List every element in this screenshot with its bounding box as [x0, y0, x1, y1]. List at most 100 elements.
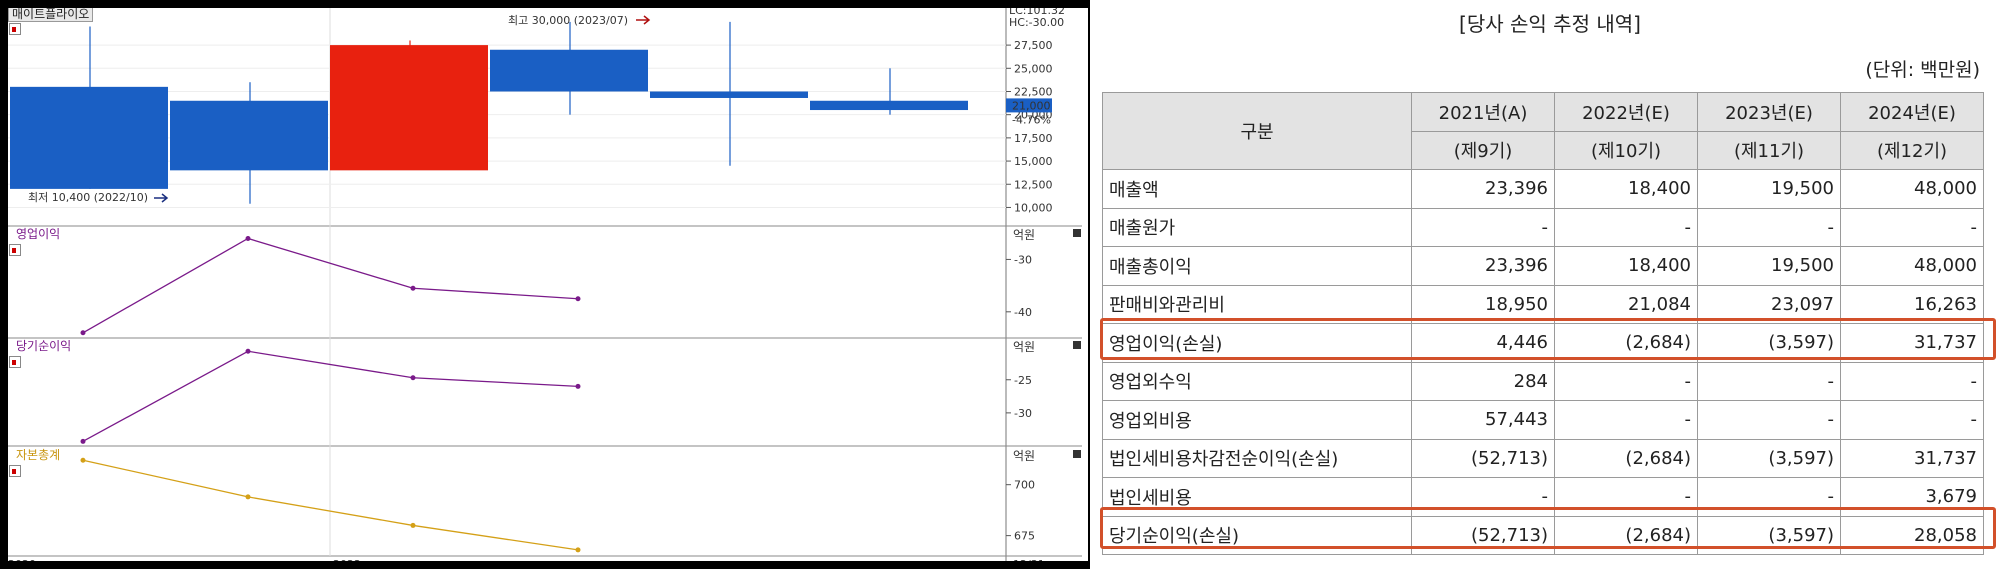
row-value: -	[1840, 207, 1984, 247]
y-tick-label: 25,000	[1014, 62, 1053, 75]
row-value: 19,500	[1697, 246, 1841, 286]
row-value: -	[1554, 207, 1698, 247]
row-value: -	[1697, 400, 1841, 440]
data-point	[80, 330, 86, 336]
candle-body	[10, 86, 168, 189]
row-value: 19,500	[1697, 169, 1841, 209]
income-estimate-panel: [당사 손익 추정 내역] (단위: 백만원) 구분 2021년(A) 2022…	[1090, 0, 2010, 569]
row-value: 23,396	[1411, 169, 1555, 209]
high-price-label: 최고 30,000 (2023/07)	[508, 14, 628, 27]
data-point	[410, 522, 416, 528]
row-label: 법인세비용차감전순이익(손실)	[1102, 438, 1412, 478]
y-tick-label: 22,500	[1014, 85, 1053, 98]
unit-equity: 억원	[1013, 449, 1036, 463]
table-row: 매출원가 - - - -	[1102, 207, 1984, 247]
row-value: (3,597)	[1697, 438, 1841, 478]
header-year-1: 2022년(E)	[1554, 92, 1698, 132]
header-period-0: (제9기)	[1411, 130, 1555, 170]
row-value: (52,713)	[1411, 438, 1555, 478]
row-value: 18,400	[1554, 246, 1698, 286]
table-row: 매출액 23,396 18,400 19,500 48,000	[1102, 169, 1984, 209]
pane-collapse-icon-2[interactable]	[1073, 341, 1081, 349]
row-value: -	[1554, 400, 1698, 440]
left-border	[0, 0, 8, 569]
row-label: 매출액	[1102, 169, 1412, 209]
screenshot-frame: 27,500 25,000 22,500 20,000 17,500 15,000 12,5…	[0, 0, 2010, 569]
y-tick-label: -40	[1014, 306, 1032, 319]
candle-body	[810, 100, 968, 111]
table-row: 영업외비용 57,443- - -	[1102, 400, 1984, 440]
pane-collapse-icon-3[interactable]	[1073, 450, 1081, 458]
header-period-3: (제12기)	[1840, 130, 1984, 170]
header-year-3: 2024년(E)	[1840, 92, 1984, 132]
y-tick-label: 675	[1014, 530, 1035, 543]
y-tick-label: -30	[1014, 253, 1032, 266]
x-tick-label: 12/31	[1013, 558, 1045, 561]
y-tick-label: 27,500	[1014, 39, 1053, 52]
row-value: 23,396	[1411, 246, 1555, 286]
chart-svg: 27,50025,00022,50020,00017,50015,00012,5…	[8, 8, 1082, 561]
low-arrow-icon	[154, 193, 169, 203]
y-tick-label: 15,000	[1014, 155, 1053, 168]
x-tick-label: 2020	[8, 558, 36, 561]
pane-label-equity: 자본총계	[16, 448, 61, 462]
header-year-2: 2023년(E)	[1697, 92, 1841, 132]
table-header-row: 구분 2021년(A) 2022년(E) 2023년(E) 2024년(E)	[1102, 92, 1984, 170]
unit-net-income: 억원	[1013, 340, 1036, 354]
candle-body	[170, 100, 328, 171]
x-tick-label: 2022	[333, 558, 361, 561]
stock-chart-panel: 27,500 25,000 22,500 20,000 17,500 15,000 12,5…	[8, 8, 1088, 561]
y-tick-label: 12,500	[1014, 178, 1053, 191]
row-value: 284	[1411, 361, 1555, 401]
pane-label-operating-income: 영업이익	[16, 227, 61, 241]
row-label: 매출총이익	[1102, 246, 1412, 286]
price-badge: 21,000	[1012, 99, 1051, 112]
bottom-border	[0, 561, 1090, 569]
row-value: (2,684)	[1554, 438, 1698, 478]
header-category: 구분	[1102, 92, 1412, 170]
table-title: [당사 손익 추정 내역]	[1459, 12, 1641, 36]
pane-icon-equity[interactable]	[9, 465, 21, 477]
pane-collapse-icon-1[interactable]	[1073, 229, 1081, 237]
row-value: -	[1697, 361, 1841, 401]
header-period-2: (제11기)	[1697, 130, 1841, 170]
highlight-net-income-row	[1100, 507, 1996, 549]
pane-icon-operating-income[interactable]	[9, 244, 21, 256]
data-point	[410, 375, 416, 381]
row-value: -	[1840, 400, 1984, 440]
table-row: 매출총이익 23,396 18,400 19,500 48,000	[1102, 246, 1984, 286]
table-row: 영업외수익 284- - -	[1102, 361, 1984, 401]
unit-operating-income: 억원	[1013, 228, 1036, 242]
row-label: 매출원가	[1102, 207, 1412, 247]
header-year-0: 2021년(A)	[1411, 92, 1555, 132]
data-point	[80, 438, 86, 444]
highlight-operating-income-row	[1100, 318, 1996, 360]
pane-label-net-income: 당기순이익	[16, 339, 72, 353]
row-value: 31,737	[1840, 438, 1984, 478]
data-point	[80, 457, 86, 463]
row-value: -	[1411, 207, 1555, 247]
row-label: 영업외비용	[1102, 400, 1412, 440]
data-point	[410, 285, 416, 291]
data-point	[245, 348, 251, 354]
data-point	[245, 235, 251, 241]
data-point	[245, 494, 251, 500]
candle-body	[490, 49, 648, 92]
row-value: 57,443	[1411, 400, 1555, 440]
data-point	[575, 383, 581, 389]
row-value: -	[1554, 361, 1698, 401]
row-value: 48,000	[1840, 246, 1984, 286]
y-tick-label: 700	[1014, 479, 1035, 492]
data-point	[575, 547, 581, 553]
pane-icon-net-income[interactable]	[9, 356, 21, 368]
price-change-label: -4.76%	[1012, 113, 1051, 126]
chart-settings-icon[interactable]	[9, 23, 21, 35]
table-unit: (단위: 백만원)	[1865, 59, 1980, 81]
y-tick-label: 10,000	[1014, 201, 1053, 214]
readout-hc: HC:-30.00	[1009, 16, 1064, 29]
data-point	[575, 296, 581, 302]
y-tick-label: -25	[1014, 374, 1032, 387]
table-row: 법인세비용차감전순이익(손실) (52,713) (2,684) (3,597) 31,…	[1102, 438, 1984, 478]
row-value: -	[1840, 361, 1984, 401]
y-tick-label: -30	[1014, 407, 1032, 420]
